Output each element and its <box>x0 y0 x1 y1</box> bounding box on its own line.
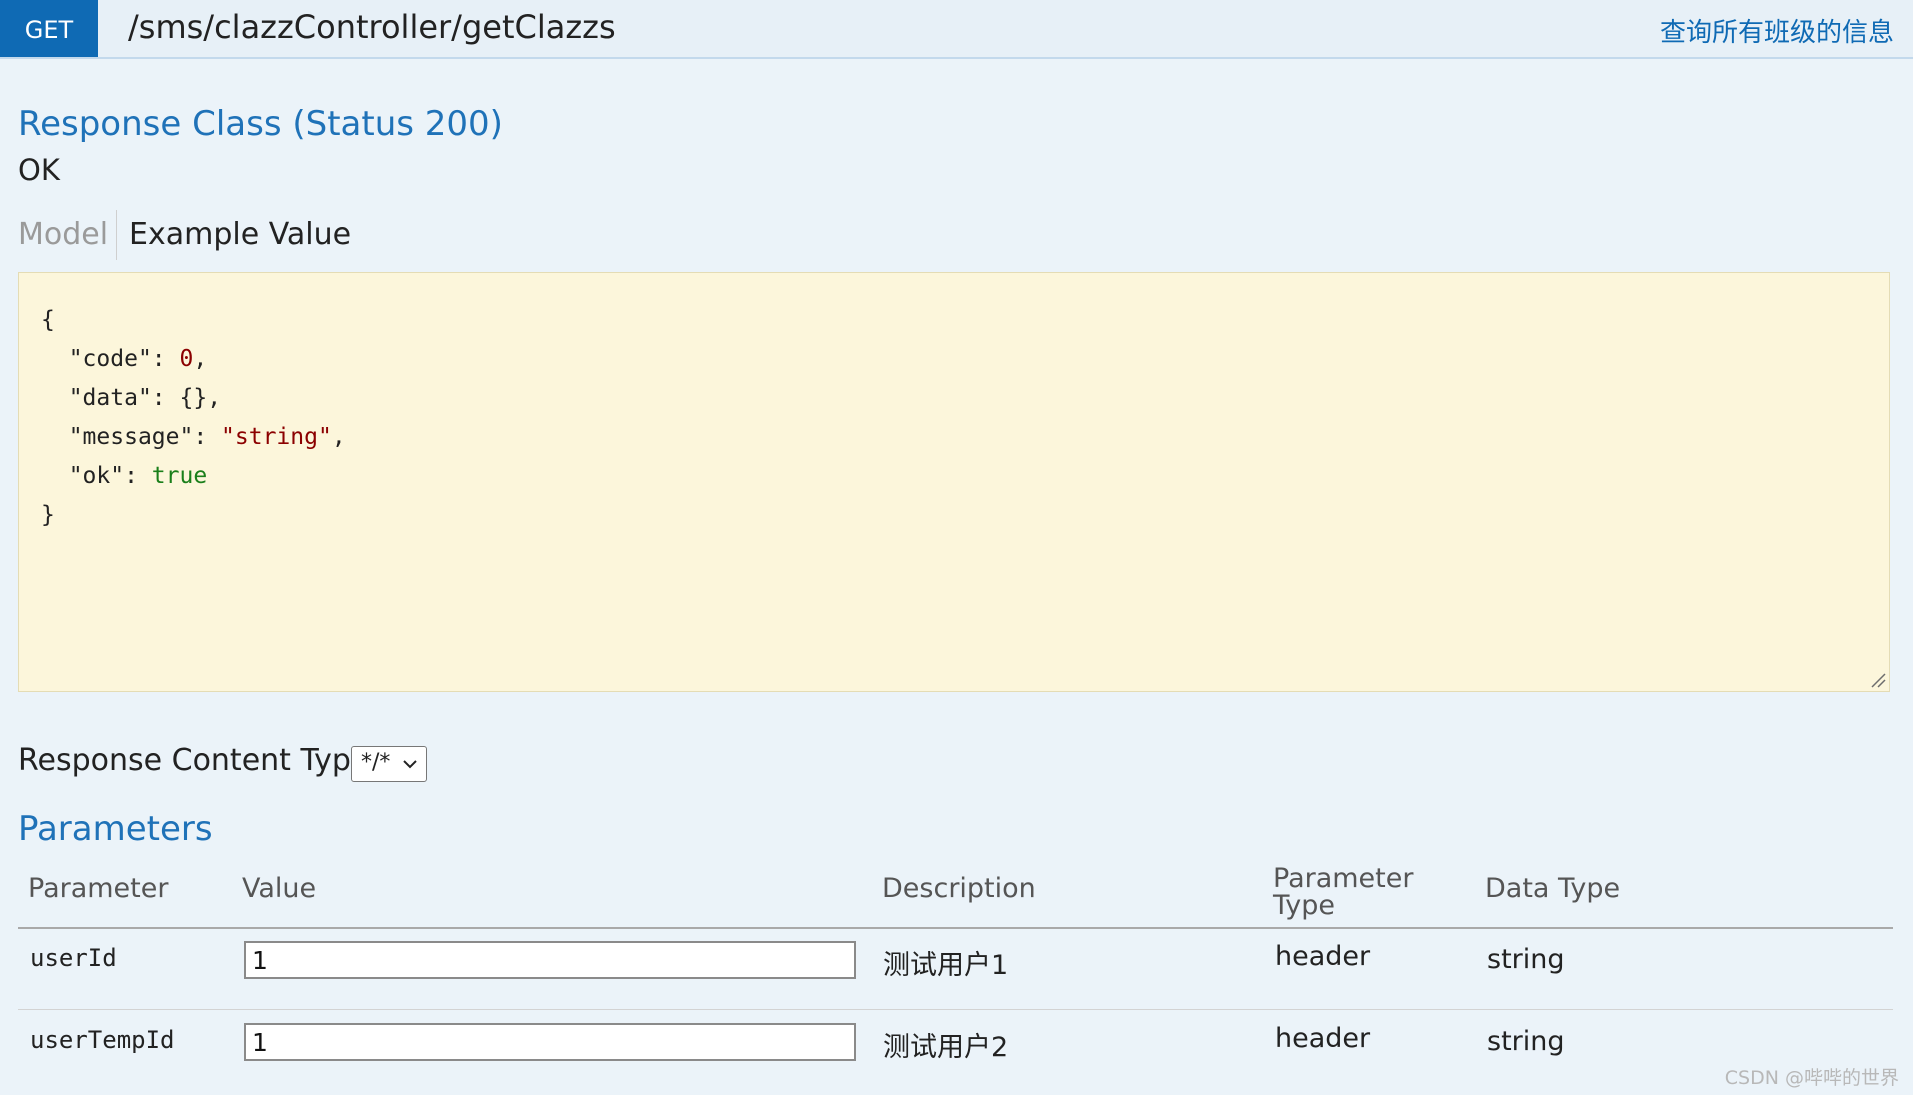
header-data-type: Data Type <box>1485 873 1621 904</box>
example-json-code: { "code": 0, "data": {}, "message": "str… <box>41 307 346 528</box>
response-status-text: OK <box>18 153 60 187</box>
endpoint-header[interactable]: GET /sms/clazzController/getClazzs 查询所有班… <box>0 0 1913 59</box>
json-value-ok: true <box>151 463 208 489</box>
json-value-data: {} <box>179 385 208 411</box>
json-key-message: "message" <box>68 424 194 450</box>
tab-divider <box>116 210 117 260</box>
header-parameter-type-line2: Type <box>1273 890 1336 921</box>
json-key-code: "code" <box>68 346 152 372</box>
response-content-type-select[interactable]: */* <box>351 746 427 782</box>
resize-handle-icon[interactable] <box>1870 672 1886 688</box>
json-key-ok: "ok" <box>68 463 125 489</box>
param-data-type: string <box>1487 944 1565 975</box>
json-value-message: "string" <box>221 424 332 450</box>
param-value-input[interactable] <box>244 941 856 979</box>
row-divider <box>18 1009 1893 1010</box>
header-description: Description <box>882 873 1036 904</box>
header-parameter-type-line1: Parameter <box>1273 863 1414 894</box>
chevron-down-icon <box>403 760 417 769</box>
json-key-data: "data" <box>68 385 152 411</box>
json-close-brace: } <box>41 502 55 528</box>
param-data-type: string <box>1487 1026 1565 1057</box>
param-value-input[interactable] <box>244 1023 856 1061</box>
tab-example-value[interactable]: Example Value <box>129 217 351 252</box>
table-header-rule <box>18 927 1893 929</box>
header-value: Value <box>242 873 317 904</box>
param-name: userTempId <box>30 1026 175 1054</box>
json-open-brace: { <box>41 307 55 333</box>
endpoint-summary-link[interactable]: 查询所有班级的信息 <box>1660 12 1894 49</box>
watermark: CSDN @哔哔的世界 <box>1724 1067 1899 1089</box>
param-description: 测试用户2 <box>883 1032 1009 1063</box>
http-method-badge[interactable]: GET <box>0 0 98 57</box>
endpoint-path[interactable]: /sms/clazzController/getClazzs <box>128 8 616 46</box>
header-parameter: Parameter <box>28 873 169 904</box>
example-value-box[interactable]: { "code": 0, "data": {}, "message": "str… <box>18 272 1890 692</box>
tab-model[interactable]: Model <box>18 217 108 252</box>
response-content-type-label: Response Content Type <box>18 743 370 778</box>
response-class-title: Response Class (Status 200) <box>18 104 503 144</box>
param-type: header <box>1275 941 1371 972</box>
header-parameter-type: Parameter Type <box>1273 865 1413 919</box>
parameters-title: Parameters <box>18 809 213 849</box>
param-name: userId <box>30 944 117 972</box>
param-description: 测试用户1 <box>883 950 1009 981</box>
json-value-code: 0 <box>179 346 194 372</box>
response-content-type-value: */* <box>361 750 391 775</box>
param-type: header <box>1275 1023 1371 1054</box>
